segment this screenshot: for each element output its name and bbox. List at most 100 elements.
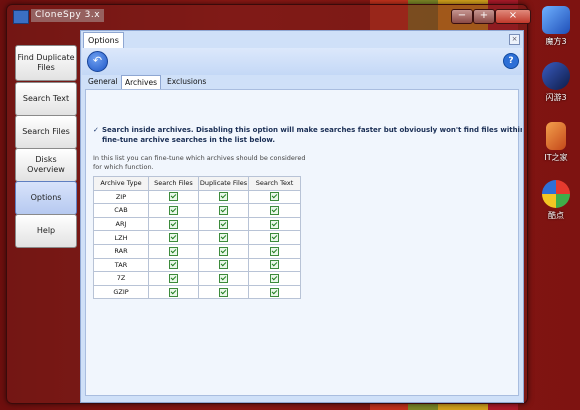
sidebar-item-search-text[interactable]: Search Text <box>15 82 77 116</box>
app-window: CloneSpy 3.x − + × Find Duplicate Files … <box>6 4 531 404</box>
app-icon <box>13 10 29 24</box>
archives-note-line2: for which function. <box>93 163 154 171</box>
column-header-archive-type[interactable]: Archive Type <box>93 176 149 191</box>
desktop-icon-mofang[interactable]: 魔方3 <box>536 6 576 47</box>
search-files-checkbox[interactable] <box>169 233 178 243</box>
desktop-icon-kudian[interactable]: 酷点 <box>536 180 576 221</box>
column-header-search-text[interactable]: Search Text <box>248 176 301 191</box>
sidebar-item-options[interactable]: Options <box>15 181 77 215</box>
table-row: ZIP <box>93 189 301 205</box>
duplicate-files-cell <box>198 216 249 232</box>
search-text-cell <box>248 271 301 286</box>
search-files-checkbox[interactable] <box>169 205 178 215</box>
duplicate-files-checkbox[interactable] <box>219 219 228 229</box>
sidebar-item-disks-overview[interactable]: Disks Overview <box>15 148 77 182</box>
hexagon-cluster-icon <box>542 180 570 208</box>
table-row: TAR <box>93 257 301 273</box>
archive-type-cell: LZH <box>93 230 149 245</box>
sidebar-item-search-files[interactable]: Search Files <box>15 115 77 149</box>
table-row: GZIP <box>93 284 301 300</box>
search-files-cell <box>148 243 199 259</box>
search-text-cell <box>248 230 301 245</box>
search-text-checkbox[interactable] <box>270 273 279 283</box>
tab-general[interactable]: General <box>85 75 121 89</box>
help-icon[interactable]: ? <box>503 53 519 69</box>
archive-type-cell: ZIP <box>93 189 149 205</box>
duplicate-files-cell <box>198 189 249 205</box>
desktop-icon-label: IT之家 <box>544 153 568 162</box>
desktop-icon-label: 魔方3 <box>545 37 567 46</box>
archive-type-cell: GZIP <box>93 284 149 300</box>
search-files-checkbox[interactable] <box>169 260 178 270</box>
duplicate-files-cell <box>198 284 249 300</box>
archive-type-cell: TAR <box>93 257 149 273</box>
search-text-cell <box>248 257 301 273</box>
tab-exclusions[interactable]: Exclusions <box>164 75 209 89</box>
column-header-search-files[interactable]: Search Files <box>148 176 199 191</box>
search-text-cell <box>248 203 301 218</box>
panel-toolbar: ↶ ? <box>82 48 522 75</box>
tab-archives[interactable]: Archives <box>121 75 161 90</box>
archive-type-cell: CAB <box>93 203 149 218</box>
sidebar-item-find-duplicate-files[interactable]: Find Duplicate Files <box>15 45 77 81</box>
duplicate-files-checkbox[interactable] <box>219 273 228 283</box>
search-files-checkbox[interactable] <box>169 192 178 202</box>
search-text-checkbox[interactable] <box>270 219 279 229</box>
search-text-checkbox[interactable] <box>270 287 279 297</box>
search-text-cell <box>248 189 301 205</box>
duplicate-files-checkbox[interactable] <box>219 205 228 215</box>
duplicate-files-checkbox[interactable] <box>219 192 228 202</box>
title-bar[interactable]: CloneSpy 3.x − + × <box>7 5 531 27</box>
search-files-checkbox[interactable] <box>169 246 178 256</box>
search-text-checkbox[interactable] <box>270 233 279 243</box>
tab-options[interactable]: Options <box>83 32 124 48</box>
archives-note: In this list you can fine-tune which arc… <box>93 154 353 172</box>
archives-content: ✓ Search inside archives. Disabling this… <box>85 89 522 396</box>
table-row: LZH <box>93 230 301 245</box>
search-files-checkbox[interactable] <box>169 287 178 297</box>
desktop-icon-shanyou[interactable]: 闪游3 <box>536 62 576 103</box>
search-text-checkbox[interactable] <box>270 205 279 215</box>
duplicate-files-cell <box>198 203 249 218</box>
close-button[interactable]: × <box>495 9 531 24</box>
archive-type-cell: ARJ <box>93 216 149 232</box>
search-files-checkbox[interactable] <box>169 219 178 229</box>
search-text-cell <box>248 243 301 259</box>
search-files-cell <box>148 284 199 300</box>
search-text-checkbox[interactable] <box>270 246 279 256</box>
desktop-icon-ithome[interactable]: IT之家 <box>536 122 576 163</box>
column-header-duplicate-files[interactable]: Duplicate Files <box>198 176 249 191</box>
duplicate-files-cell <box>198 257 249 273</box>
duplicate-files-checkbox[interactable] <box>219 260 228 270</box>
maximize-button[interactable]: + <box>473 9 495 24</box>
search-files-cell <box>148 271 199 286</box>
duplicate-files-checkbox[interactable] <box>219 246 228 256</box>
it-home-icon <box>546 122 566 150</box>
search-files-cell <box>148 216 199 232</box>
archive-types-table: Archive Type Search Files Duplicate File… <box>93 176 301 300</box>
magic-cube-icon <box>542 6 570 34</box>
duplicate-files-cell <box>198 271 249 286</box>
search-files-checkbox[interactable] <box>169 273 178 283</box>
sidebar-item-help[interactable]: Help <box>15 214 77 248</box>
duplicate-files-checkbox[interactable] <box>219 287 228 297</box>
desktop-icon-label: 闪游3 <box>545 93 567 102</box>
archives-note-line1: In this list you can fine-tune which arc… <box>93 154 306 162</box>
minimize-button[interactable]: − <box>451 9 473 24</box>
panel-close-icon[interactable]: × <box>509 34 520 45</box>
options-panel: Options × ↶ ? General Archives Exclusion… <box>80 30 524 403</box>
duplicate-files-checkbox[interactable] <box>219 233 228 243</box>
search-text-checkbox[interactable] <box>270 260 279 270</box>
duplicate-files-cell <box>198 230 249 245</box>
archive-type-cell: 7Z <box>93 271 149 286</box>
search-inside-archives-checkbox[interactable]: ✓ <box>93 125 99 134</box>
search-text-checkbox[interactable] <box>270 192 279 202</box>
table-header-row: Archive Type Search Files Duplicate File… <box>93 176 301 191</box>
search-files-cell <box>148 257 199 273</box>
table-row: ARJ <box>93 216 301 232</box>
search-inside-archives-label-2: fine-tune archive searches in the list b… <box>102 136 276 144</box>
search-files-cell <box>148 203 199 218</box>
back-arrow-icon[interactable]: ↶ <box>87 51 108 72</box>
window-title: CloneSpy 3.x <box>31 9 105 22</box>
search-files-cell <box>148 230 199 245</box>
